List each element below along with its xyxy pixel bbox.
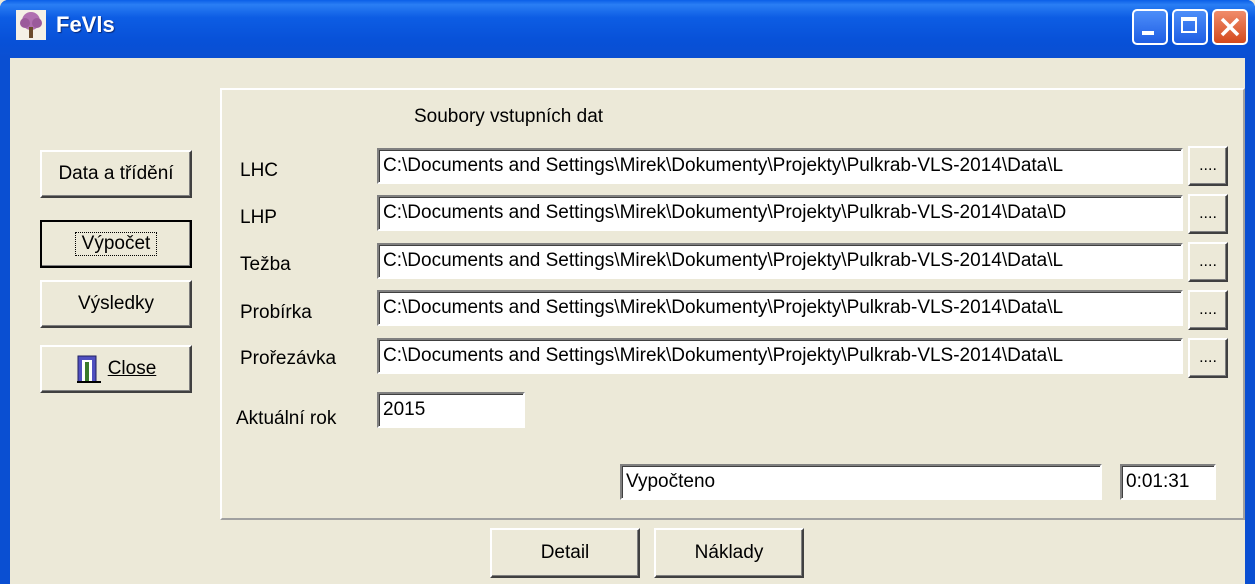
- minimize-icon: [1142, 31, 1154, 35]
- window-border-right: [1245, 58, 1255, 584]
- lhp-path-input[interactable]: C:\Documents and Settings\Mirek\Dokument…: [377, 195, 1183, 231]
- data-sorting-button[interactable]: Data a třídění: [40, 150, 192, 198]
- app-window: FeVls Data a třídění Výpočet Výsledky Cl…: [0, 0, 1255, 584]
- row-label-tezba: Težba: [240, 254, 291, 275]
- title-bar[interactable]: FeVls: [0, 0, 1255, 58]
- maximize-button[interactable]: [1172, 9, 1208, 45]
- costs-button[interactable]: Náklady: [654, 528, 804, 578]
- probirka-browse-button[interactable]: ....: [1188, 290, 1228, 330]
- maximize-icon: [1181, 17, 1197, 33]
- tezba-browse-button[interactable]: ....: [1188, 242, 1228, 282]
- row-label-lhp: LHP: [240, 207, 277, 228]
- calculate-button[interactable]: Výpočet: [40, 220, 192, 268]
- row-label-prorezavka: Prořezávka: [240, 348, 337, 369]
- close-label: Close: [107, 358, 157, 379]
- year-label: Aktuální rok: [236, 408, 337, 429]
- elapsed-time-field: 0:01:31: [1120, 464, 1216, 500]
- calculate-label: Výpočet: [74, 232, 158, 256]
- detail-label: Detail: [540, 542, 590, 563]
- exit-door-icon: [76, 355, 101, 383]
- lhc-path-input[interactable]: C:\Documents and Settings\Mirek\Dokument…: [377, 148, 1183, 184]
- detail-button[interactable]: Detail: [490, 528, 640, 578]
- lhc-browse-button[interactable]: ....: [1188, 146, 1228, 186]
- probirka-path-input[interactable]: C:\Documents and Settings\Mirek\Dokument…: [377, 290, 1183, 326]
- row-label-probirka: Probírka: [240, 302, 312, 323]
- input-files-panel: Soubory vstupních dat LHC C:\Documents a…: [220, 88, 1245, 520]
- close-window-button[interactable]: [1212, 9, 1248, 45]
- prorezavka-path-input[interactable]: C:\Documents and Settings\Mirek\Dokument…: [377, 338, 1183, 374]
- results-button[interactable]: Výsledky: [40, 280, 192, 328]
- prorezavka-browse-button[interactable]: ....: [1188, 338, 1228, 378]
- costs-label: Náklady: [694, 542, 764, 563]
- data-sorting-label: Data a třídění: [58, 163, 174, 184]
- year-input[interactable]: 2015: [377, 392, 525, 428]
- tree-app-icon: [16, 10, 46, 40]
- minimize-button[interactable]: [1132, 9, 1168, 45]
- tezba-path-input[interactable]: C:\Documents and Settings\Mirek\Dokument…: [377, 243, 1183, 279]
- row-label-lhc: LHC: [240, 160, 279, 181]
- window-client-area: Data a třídění Výpočet Výsledky Close So…: [10, 58, 1245, 584]
- results-label: Výsledky: [77, 293, 155, 314]
- window-title: FeVls: [56, 12, 115, 37]
- close-app-button[interactable]: Close: [40, 345, 192, 393]
- window-border-left: [0, 58, 10, 584]
- status-field: Vypočteno: [620, 464, 1102, 500]
- lhp-browse-button[interactable]: ....: [1188, 194, 1228, 234]
- panel-heading: Soubory vstupních dat: [414, 106, 604, 127]
- close-icon: [1220, 17, 1240, 37]
